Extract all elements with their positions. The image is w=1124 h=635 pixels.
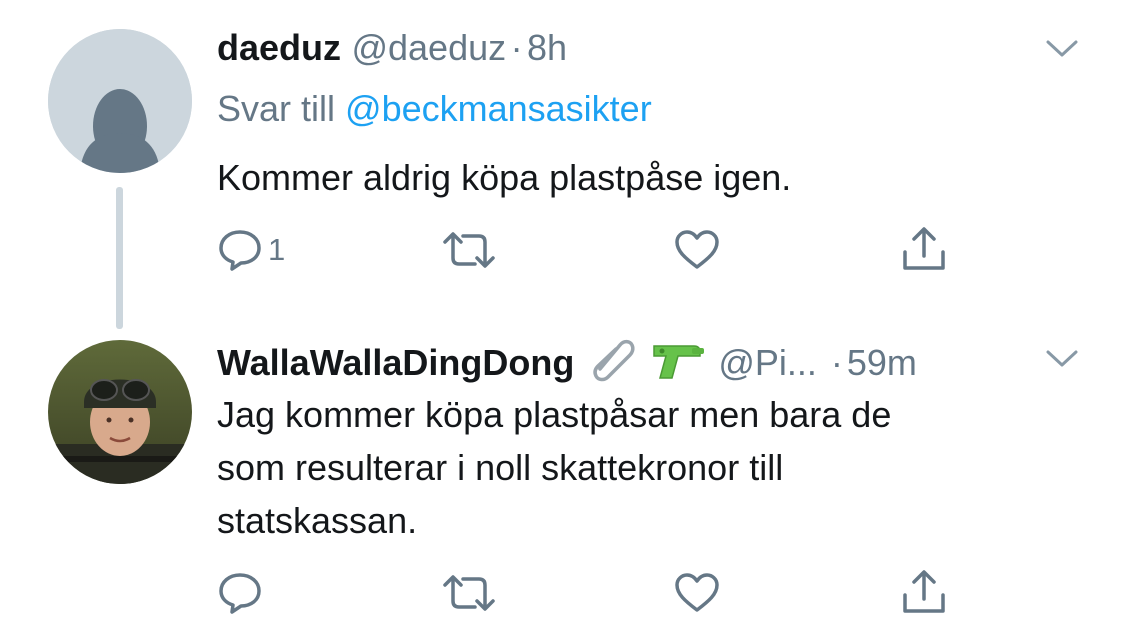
reply-context: Svar till @beckmansasikter (217, 87, 652, 131)
reply-count: 1 (268, 232, 286, 267)
water-pistol-icon (648, 338, 706, 387)
reply-button[interactable]: 1 (218, 229, 285, 271)
tweet-text: Kommer aldrig köpa plastpåse igen. (217, 157, 792, 198)
retweet-icon (443, 232, 495, 268)
tweet-text-line: som resulterar i noll skattekronor till (217, 447, 784, 488)
timestamp[interactable]: 59m (847, 341, 917, 385)
reply-prefix: Svar till (217, 88, 346, 129)
default-profile-icon (48, 29, 192, 173)
retweet-button[interactable] (441, 230, 497, 270)
heart-icon (675, 573, 719, 612)
timestamp[interactable]: 8h (527, 27, 567, 68)
retweet-button[interactable] (441, 573, 497, 613)
share-button[interactable] (900, 226, 948, 272)
heart-icon (675, 230, 719, 269)
user-handle[interactable]: @daeduz (351, 27, 506, 68)
avatar-wallawalladingdong[interactable] (48, 340, 192, 484)
reply-handle-link[interactable]: @beckmansasikter (345, 88, 652, 129)
separator-dot: · (510, 27, 523, 68)
paperclip-emoji-icon (586, 337, 638, 388)
share-icon (903, 227, 945, 270)
tweet-text: Jag kommer köpa plastpåsar men bara de s… (217, 388, 891, 547)
share-button[interactable] (900, 569, 948, 615)
reply-button[interactable] (218, 572, 268, 614)
separator-dot: · (830, 341, 843, 383)
tweet-text-line: Jag kommer köpa plastpåsar men bara de (217, 394, 892, 435)
tweet-header: WallaWallaDingDong @Pi... · 59m (217, 337, 917, 388)
display-name[interactable]: daeduz (217, 27, 341, 68)
chevron-down-icon[interactable] (1045, 348, 1079, 370)
retweet-icon (443, 575, 495, 611)
tweet-text-line: statskassan. (217, 500, 418, 541)
reply-icon (219, 573, 261, 614)
chevron-down-icon[interactable] (1045, 38, 1079, 60)
tweet-header: daeduz @daeduz · 8h (217, 26, 567, 70)
reply-icon (219, 230, 261, 271)
like-button[interactable] (673, 229, 721, 271)
like-button[interactable] (673, 572, 721, 614)
thread-connector-line (116, 187, 123, 329)
avatar-daeduz[interactable] (48, 29, 192, 173)
share-icon (903, 570, 945, 613)
profile-photo-icon (48, 340, 192, 484)
display-name[interactable]: WallaWallaDingDong (217, 341, 574, 385)
user-handle[interactable]: @Pi... (718, 341, 817, 385)
